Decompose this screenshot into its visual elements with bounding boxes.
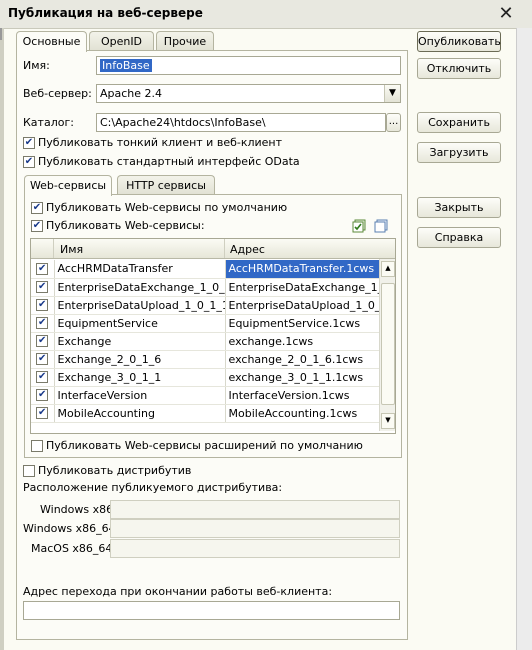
table-row[interactable]: ✔ EnterpriseDataUpload_1_0_1_1 EnterpriseD… [31, 296, 381, 315]
right-scroll-edge [516, 28, 532, 650]
table-row[interactable]: ✔ MobileAccounting MobileAccounting.1cws [31, 404, 381, 423]
name-field[interactable]: InfoBase [96, 56, 401, 75]
name-value: InfoBase [100, 59, 152, 72]
service-address-cell[interactable]: MobileAccounting.1cws [225, 404, 381, 423]
chevron-down-icon[interactable]: ▼ [384, 85, 400, 102]
service-address-cell[interactable]: EnterpriseDataExchange_1_... [225, 278, 381, 297]
thin-client-label: Публиковать тонкий клиент и веб-клиент [38, 136, 283, 149]
thin-client-checkbox[interactable]: ✔ [23, 137, 35, 149]
win86-label: Windows x86: [40, 503, 117, 516]
name-label: Имя: [23, 59, 50, 72]
table-row[interactable]: ✔ EquipmentService EquipmentService.1cws [31, 314, 381, 333]
services-rows: ✔ AccHRMDataTransfer AccHRMDataTransfer.1c… [31, 260, 381, 423]
service-address-cell[interactable]: InterfaceVersion.1cws [225, 386, 381, 405]
table-row[interactable]: ✔ EnterpriseDataExchange_1_0_... Enterpris… [31, 278, 381, 297]
redirect-label: Адрес перехода при окончании работы веб-… [23, 585, 333, 598]
redirect-field[interactable] [23, 601, 400, 620]
save-button[interactable]: Сохранить [417, 112, 501, 133]
distributive-checkbox[interactable] [23, 465, 35, 477]
scroll-up-icon[interactable]: ▲ [381, 261, 395, 277]
tab-openid[interactable]: OpenID [89, 31, 154, 50]
tab-main[interactable]: Основные [16, 31, 87, 52]
services-table[interactable]: Имя Адрес ✔ AccHRMDataTransfer AccHRMDataT… [30, 238, 396, 434]
mac-field[interactable] [110, 539, 400, 558]
service-address-cell[interactable]: EquipmentService.1cws [225, 314, 381, 333]
title-bar: Публикация на веб-сервере ✕ [0, 0, 532, 29]
left-edge [0, 28, 4, 650]
distributive-label: Публиковать дистрибутив [38, 464, 192, 477]
catalog-field[interactable]: C:\Apache24\htdocs\InfoBase\ [96, 113, 386, 132]
scroll-thumb[interactable] [381, 283, 395, 405]
row-checkbox[interactable]: ✔ [36, 317, 49, 329]
row-checkbox[interactable]: ✔ [36, 335, 49, 347]
service-name-cell[interactable]: EnterpriseDataExchange_1_0_... [54, 278, 226, 297]
row-checkbox[interactable]: ✔ [36, 281, 49, 293]
tab-web-services[interactable]: Web-сервисы [24, 175, 112, 196]
column-address-header[interactable]: Адрес [230, 243, 265, 256]
publish-services-label: Публиковать Web-сервисы: [46, 219, 205, 232]
row-checkbox[interactable]: ✔ [36, 389, 49, 401]
service-name-cell[interactable]: EquipmentService [54, 314, 226, 333]
disable-button[interactable]: Отключить [417, 58, 501, 79]
column-name-header[interactable]: Имя [60, 243, 83, 256]
row-checkbox[interactable]: ✔ [36, 407, 49, 419]
help-button[interactable]: Справка [417, 227, 501, 248]
server-label: Веб-сервер: [23, 87, 92, 100]
service-name-cell[interactable]: EnterpriseDataUpload_1_0_1_1 [54, 296, 226, 315]
service-name-cell[interactable]: Exchange_2_0_1_6 [54, 350, 226, 369]
service-address-cell[interactable]: exchange_3_0_1_1.1cws [225, 368, 381, 387]
row-checkbox[interactable]: ✔ [36, 262, 49, 275]
odata-label: Публиковать стандартный интерфейс OData [38, 155, 300, 168]
service-address-cell[interactable]: exchange.1cws [225, 332, 381, 351]
table-row[interactable]: ✔ Exchange_2_0_1_6 exchange_2_0_1_6.1cws [31, 350, 381, 369]
window-title: Публикация на веб-сервере [8, 6, 203, 20]
table-scrollbar[interactable]: ▲ ▼ [379, 259, 395, 431]
row-checkbox[interactable]: ✔ [36, 299, 49, 311]
service-name-cell[interactable]: AccHRMDataTransfer [54, 260, 226, 279]
row-checkbox[interactable]: ✔ [36, 371, 49, 383]
scroll-down-icon[interactable]: ▼ [381, 413, 395, 429]
table-row[interactable]: ✔ Exchange exchange.1cws [31, 332, 381, 351]
check-all-icon[interactable] [352, 219, 366, 233]
close-button[interactable]: Закрыть [417, 197, 501, 218]
extensions-label: Публиковать Web-сервисы расширений по ум… [46, 439, 363, 452]
service-address-cell[interactable]: AccHRMDataTransfer.1cws [225, 260, 381, 279]
publish-button[interactable]: Опубликовать [417, 31, 501, 52]
win86-field[interactable] [110, 500, 400, 519]
browse-button[interactable]: ... [386, 113, 401, 132]
tab-http-services[interactable]: HTTP сервисы [117, 175, 215, 194]
win64-label: Windows x86_64: [23, 522, 120, 535]
uncheck-all-icon[interactable] [374, 219, 388, 233]
extensions-checkbox[interactable] [31, 440, 43, 452]
server-value: Apache 2.4 [100, 87, 163, 100]
mac-label: MacOS x86_64: [31, 542, 117, 555]
catalog-label: Каталог: [23, 116, 74, 129]
server-select[interactable]: Apache 2.4 ▼ [96, 84, 401, 103]
load-button[interactable]: Загрузить [417, 142, 501, 163]
distributive-location-label: Расположение публикуемого дистрибутива: [23, 481, 283, 494]
odata-checkbox[interactable]: ✔ [23, 156, 35, 168]
close-icon[interactable]: ✕ [496, 4, 516, 24]
publish-services-checkbox[interactable]: ✔ [31, 220, 43, 232]
default-services-label: Публиковать Web-сервисы по умолчанию [46, 201, 288, 214]
tab-other[interactable]: Прочие [156, 31, 214, 50]
table-row[interactable]: ✔ Exchange_3_0_1_1 exchange_3_0_1_1.1cws [31, 368, 381, 387]
table-header: Имя Адрес [31, 239, 395, 259]
default-services-checkbox[interactable]: ✔ [31, 202, 43, 214]
service-name-cell[interactable]: Exchange_3_0_1_1 [54, 368, 226, 387]
service-name-cell[interactable]: MobileAccounting [54, 404, 226, 423]
service-name-cell[interactable]: InterfaceVersion [54, 386, 226, 405]
table-row[interactable]: ✔ InterfaceVersion InterfaceVersion.1cws [31, 386, 381, 405]
service-address-cell[interactable]: EnterpriseDataUpload_1_0_... [225, 296, 381, 315]
win64-field[interactable] [110, 519, 400, 538]
service-name-cell[interactable]: Exchange [54, 332, 226, 351]
left-edge-marker [0, 28, 2, 40]
table-row[interactable]: ✔ AccHRMDataTransfer AccHRMDataTransfer.1c… [31, 260, 381, 279]
service-address-cell[interactable]: exchange_2_0_1_6.1cws [225, 350, 381, 369]
row-checkbox[interactable]: ✔ [36, 353, 49, 365]
